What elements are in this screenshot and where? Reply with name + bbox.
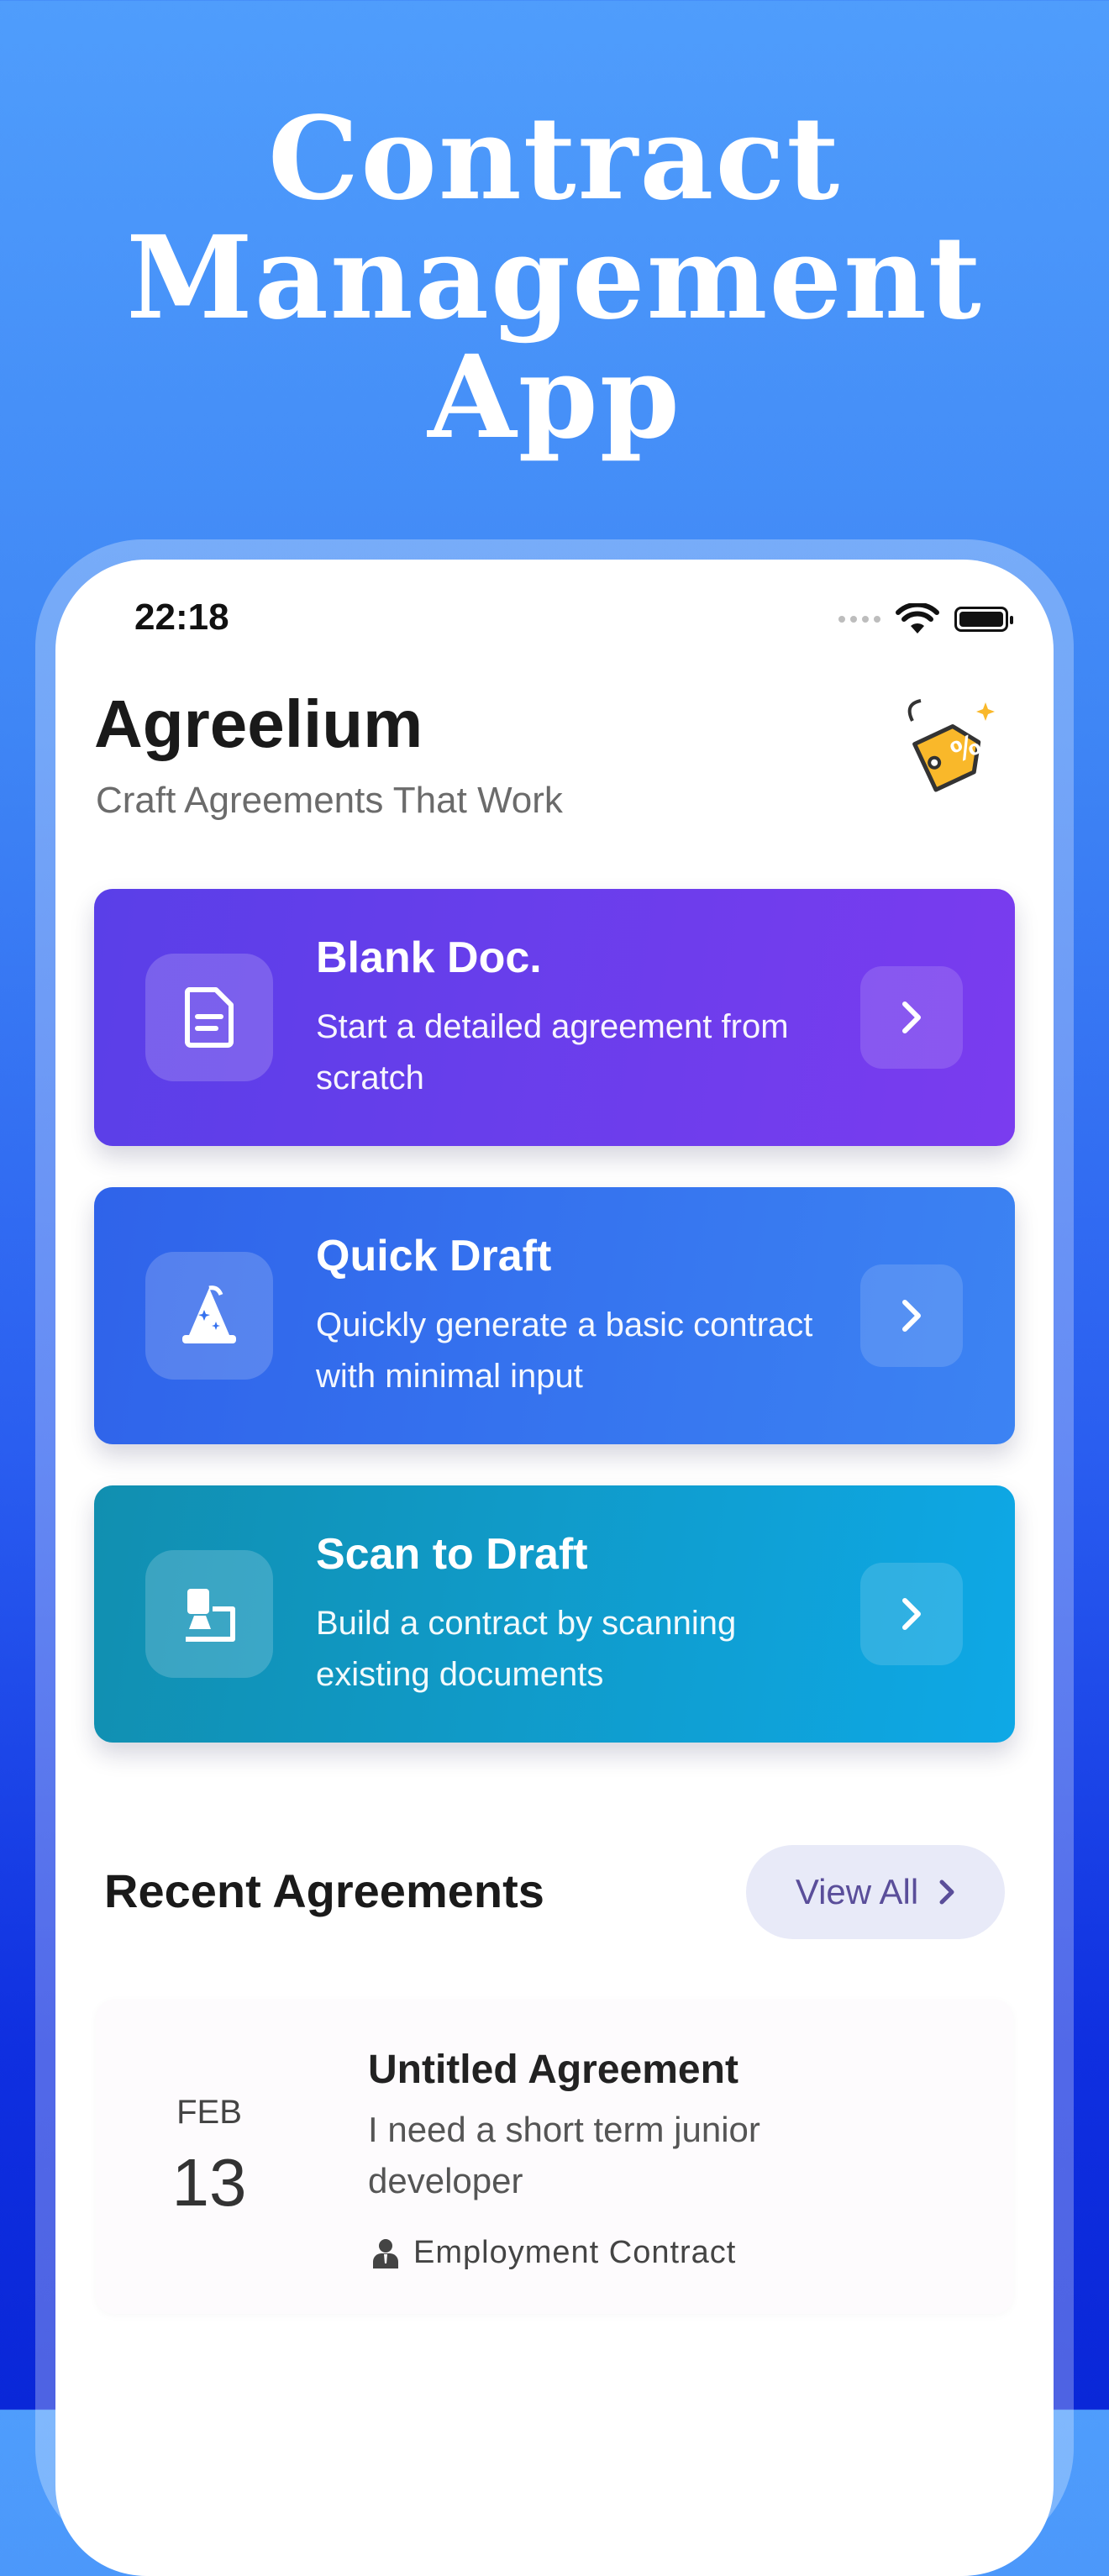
recent-agreements-title: Recent Agreements	[104, 1864, 544, 1917]
promo-title: Contract Management App	[0, 99, 1109, 457]
chevron-right-icon	[939, 1879, 954, 1905]
agreement-type-label: Employment Contract	[413, 2235, 737, 2270]
scanner-icon	[186, 1589, 235, 1642]
view-all-button[interactable]: View All	[746, 1845, 1005, 1939]
card-icon-box	[145, 1252, 273, 1380]
cellular-icon	[838, 616, 880, 623]
promo-title-line: Management	[126, 211, 983, 345]
card-icon-box	[145, 1550, 273, 1678]
promo-title-line: Contract	[267, 92, 842, 226]
promo-title-line: App	[428, 330, 681, 465]
chevron-right-icon[interactable]	[860, 966, 963, 1069]
card-description: Build a contract by scanning existing do…	[316, 1605, 737, 1693]
app-tagline: Craft Agreements That Work	[96, 780, 563, 821]
status-icons	[838, 603, 1013, 635]
card-description: Quickly generate a basic contract with m…	[316, 1306, 813, 1395]
card-icon-box	[145, 954, 273, 1081]
agreement-type: Employment Contract	[371, 2235, 736, 2271]
employee-icon	[373, 2238, 398, 2268]
card-title: Blank Doc.	[316, 933, 542, 982]
battery-icon	[954, 607, 1013, 632]
app-name: Agreelium	[94, 686, 423, 761]
agreement-title: Untitled Agreement	[368, 2048, 738, 2092]
agreement-day: 13	[171, 2145, 247, 2220]
wizard-hat-icon	[182, 1285, 236, 1343]
scan-to-draft-card[interactable]: Scan to Draft Build a contract by scanni…	[94, 1485, 1015, 1743]
blank-doc-card[interactable]: Blank Doc. Start a detailed agreement fr…	[94, 889, 1015, 1146]
card-description: Start a detailed agreement from scratch	[316, 1008, 789, 1096]
phone-screen: 22:18 Agreelium Craft Agreements That Wo…	[55, 560, 1054, 2576]
agreement-month: FEB	[176, 2094, 242, 2131]
view-all-label: View All	[795, 1872, 919, 1911]
quick-draft-card[interactable]: Quick Draft Quickly generate a basic con…	[94, 1187, 1015, 1444]
status-time: 22:18	[134, 597, 229, 638]
wifi-icon	[896, 603, 939, 633]
card-title: Quick Draft	[316, 1232, 552, 1280]
chevron-right-icon[interactable]	[860, 1563, 963, 1665]
agreement-list-item[interactable]: FEB 13 Untitled Agreement I need a short…	[96, 2000, 1013, 2314]
discount-tag-icon[interactable]: %	[897, 696, 1007, 805]
chevron-right-icon[interactable]	[860, 1264, 963, 1367]
agreement-description: I need a short term junior developer	[368, 2110, 760, 2200]
document-icon	[184, 987, 234, 1048]
card-title: Scan to Draft	[316, 1530, 588, 1579]
